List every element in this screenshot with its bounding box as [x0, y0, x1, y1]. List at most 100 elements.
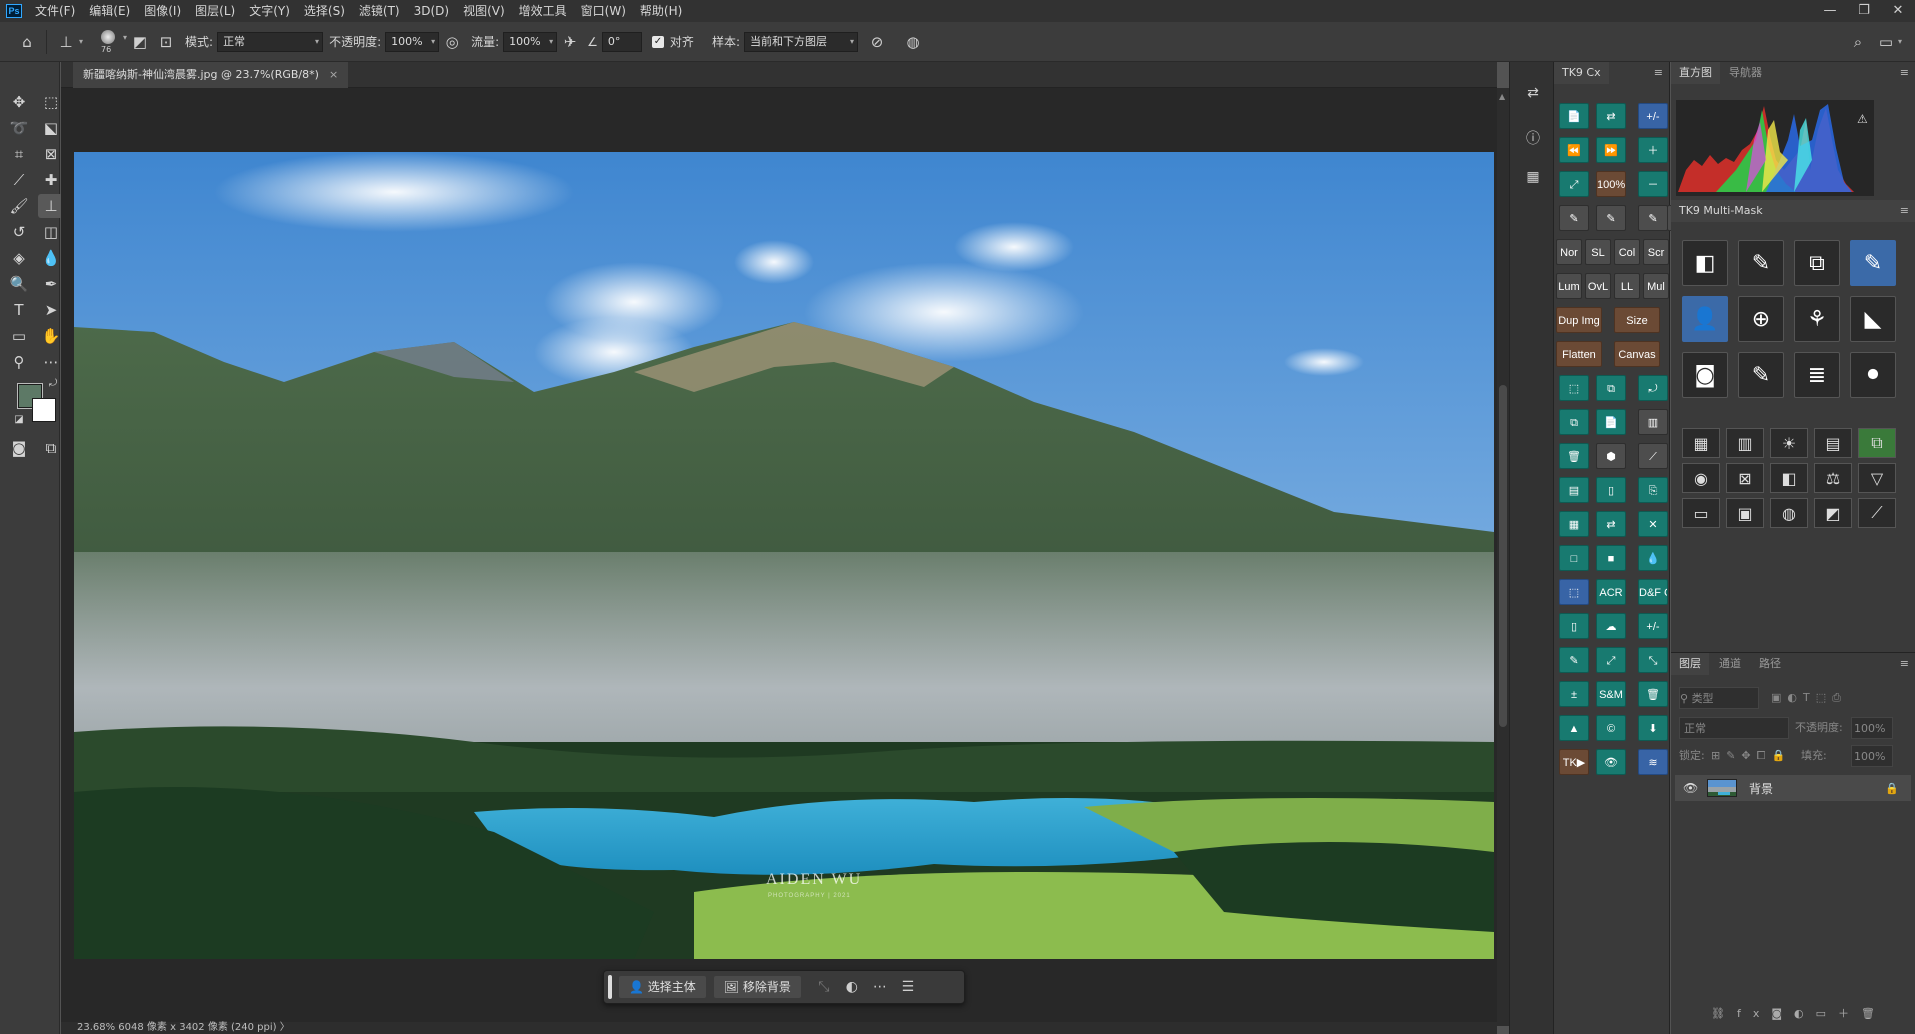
tab-channels[interactable]: 通道 [1711, 653, 1749, 675]
trash-icon[interactable]: 🗑 [1559, 443, 1589, 469]
pin-icon[interactable]: ⟋ [1638, 443, 1668, 469]
flow-field[interactable]: 100% ▾ [503, 31, 558, 52]
menu-edit[interactable]: 编辑(E) [82, 0, 137, 22]
menu-type[interactable]: 文字(Y) [242, 0, 297, 22]
triangle-down-icon[interactable]: ▽ [1858, 463, 1896, 493]
split-icon[interactable]: ▥ [1638, 409, 1668, 435]
layer-opacity-field[interactable]: 100% [1851, 717, 1893, 739]
brush-settings-icon[interactable]: ◩ [127, 29, 153, 55]
display-icon[interactable]: ▣ [1726, 498, 1764, 528]
clone-source-icon[interactable]: ⊡ [153, 29, 179, 55]
blend-mode-col-button[interactable]: Col [1614, 239, 1640, 265]
tab-tk9[interactable]: TK9 Cx [1554, 62, 1609, 84]
balance-icon[interactable]: ⚖ [1814, 463, 1852, 493]
layer-footer-icons[interactable]: ⛓fx◙◐▭＋🗑 [1711, 1003, 1887, 1025]
adjust-icon[interactable]: ⇄ [1522, 82, 1544, 104]
trash-2-icon[interactable]: 🗑 [1638, 681, 1668, 707]
canvas-button[interactable]: Canvas [1614, 341, 1660, 367]
curve-line-icon[interactable]: ⟋ [1858, 498, 1896, 528]
blend-mode-ovl-button[interactable]: OvL [1585, 273, 1611, 299]
warning-icon[interactable]: ⚠ [1857, 112, 1868, 126]
settings-sliders-icon[interactable]: ☰ [894, 979, 922, 995]
zoom-tool-icon[interactable]: ⚲ [6, 350, 32, 374]
panel-menu-icon[interactable]: ≡ [1900, 657, 1909, 670]
blend-mode-scr-button[interactable]: Scr [1643, 239, 1669, 265]
calc-icon[interactable]: ▦ [1559, 511, 1589, 537]
zoom-out-icon[interactable]: － [1638, 171, 1668, 197]
mask-select-icon[interactable]: ⬚ [1559, 375, 1589, 401]
tab-layers[interactable]: 图层 [1671, 653, 1709, 675]
menu-3d[interactable]: 3D(D) [407, 0, 456, 22]
move-tool-icon[interactable]: ✥ [6, 90, 32, 114]
align-checkbox[interactable]: ✓ [651, 35, 664, 48]
paint-bucket-icon[interactable]: ◈ [6, 246, 32, 270]
minimize-icon[interactable]: — [1813, 0, 1847, 22]
tab-paths[interactable]: 路径 [1751, 653, 1789, 675]
half-icon[interactable]: ◧ [1770, 463, 1808, 493]
fill-field[interactable]: 100% [1851, 745, 1893, 767]
menu-help[interactable]: 帮助(H) [633, 0, 689, 22]
chevron-down-icon[interactable]: ▾ [1898, 37, 1902, 46]
layer-row-background[interactable]: 👁 背景 🔒 [1675, 775, 1911, 801]
default-colors-icon[interactable]: ◪ [12, 412, 26, 426]
info-icon[interactable]: ⓘ [1522, 128, 1544, 150]
gradient-icon[interactable]: ▭ [1682, 498, 1720, 528]
portrait-icon[interactable]: ▯ [1559, 613, 1589, 639]
scrollbar-thumb[interactable] [1499, 385, 1507, 727]
clip-box-icon[interactable]: ⊠ [1726, 463, 1764, 493]
clone-stamp-preset-icon[interactable]: ⊥ [53, 29, 79, 55]
layers-icon[interactable]: ≋ [1638, 749, 1668, 775]
ball-icon[interactable]: ◍ [1770, 498, 1808, 528]
crop-tool-icon[interactable]: ⌗ [6, 142, 32, 166]
close-icon[interactable]: ✕ [1881, 0, 1915, 22]
brightness-icon[interactable]: ☀ [1770, 428, 1808, 458]
new-doc-icon[interactable]: 📄 [1559, 103, 1589, 129]
more-options-icon[interactable]: ⋯ [866, 979, 894, 995]
brush-green-icon[interactable]: ✎ [1638, 205, 1668, 231]
brush-black-icon[interactable]: ✎ [1559, 205, 1589, 231]
canvas-image[interactable]: AIDEN WU PHOTOGRAPHY | 2021 [74, 152, 1494, 959]
close-tab-icon[interactable]: × [329, 68, 338, 81]
select-subject-button[interactable]: 👤 选择主体 [618, 975, 707, 999]
home-icon[interactable]: ⌂ [14, 29, 40, 55]
link-icon[interactable]: ⤾ [1638, 375, 1668, 401]
brush-white-icon[interactable]: ✎ [1596, 205, 1626, 231]
size-button[interactable]: Size [1614, 307, 1660, 333]
channel-icon[interactable]: ▤ [1814, 428, 1852, 458]
overlap-icon[interactable]: ⧉ [1794, 240, 1840, 286]
blend-mode-mul-button[interactable]: Mul [1643, 273, 1669, 299]
curves-icon[interactable]: ▦ [1682, 428, 1720, 458]
angle-field[interactable]: 0° [601, 31, 642, 52]
tab-navigator[interactable]: 导航器 [1721, 62, 1770, 84]
scroll-up-icon[interactable]: ▲ [1499, 92, 1505, 101]
levels-icon[interactable]: ▥ [1726, 428, 1764, 458]
blend-mode-nor-button[interactable]: Nor [1556, 239, 1582, 265]
panel-menu-icon[interactable]: ≡ [1900, 200, 1909, 222]
contract-icon[interactable]: ⤡ [1638, 647, 1668, 673]
phone-icon[interactable]: ▯ [1596, 477, 1626, 503]
menu-filter[interactable]: 滤镜(T) [352, 0, 407, 22]
exposure-icon[interactable]: ◩ [1814, 498, 1852, 528]
background-color-swatch[interactable] [32, 398, 56, 422]
plus-minus-button[interactable]: +/- [1638, 613, 1668, 639]
eye-icon[interactable]: 👁 [1683, 781, 1698, 795]
brush-preset-picker[interactable]: 76 ▾ [93, 27, 127, 57]
search-icon[interactable]: ⌕ [1845, 29, 1871, 55]
type-tool-icon[interactable]: T [6, 298, 32, 322]
red-fill-icon[interactable]: ■ [1596, 545, 1626, 571]
pressure-opacity-icon[interactable]: ◎ [439, 29, 465, 55]
copy-layer-icon[interactable]: ⧉ [1596, 375, 1626, 401]
red-box-icon[interactable]: □ [1559, 545, 1589, 571]
adjust-icon[interactable]: +/- [1638, 103, 1668, 129]
stamp-icon[interactable]: ▤ [1559, 477, 1589, 503]
target-icon[interactable]: ⊕ [1738, 296, 1784, 342]
expand-icon[interactable]: ⤢ [1596, 647, 1626, 673]
dfcaf-button[interactable]: D&F CAF [1638, 579, 1668, 605]
menu-file[interactable]: 文件(F) [28, 0, 82, 22]
camera-icon[interactable]: ◉ [1682, 463, 1720, 493]
mask-brush-icon[interactable]: ✎ [1738, 240, 1784, 286]
document-tab[interactable]: 新疆喀纳斯-神仙湾晨雾.jpg @ 23.7%(RGB/8*) × [73, 62, 349, 88]
shape-icon[interactable]: ⬢ [1596, 443, 1626, 469]
layer-filter-icons[interactable]: ▣◐T⬚⎙ [1771, 687, 1847, 709]
airbrush-icon[interactable]: ✈ [557, 29, 583, 55]
